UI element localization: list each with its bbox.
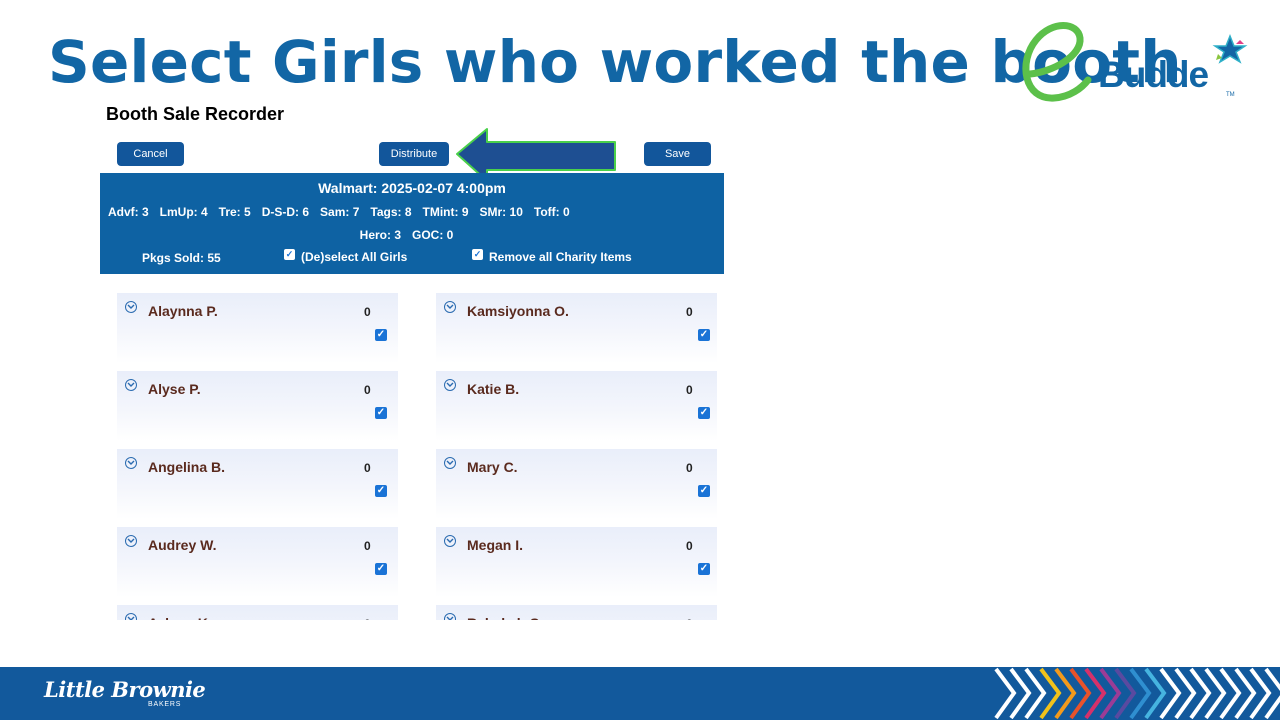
logo-budde-text: Budde xyxy=(1098,54,1209,95)
remove-charity-checkbox[interactable]: ✓ xyxy=(472,248,483,260)
girl-worked-checkbox[interactable]: ✓ xyxy=(375,563,387,575)
girl-card: Alaynna P. 0 ✓ xyxy=(117,293,398,363)
cookie-count: LmUp: 4 xyxy=(159,205,208,219)
girl-name: Azlynn K. xyxy=(148,615,212,620)
chevron-stripe xyxy=(994,667,1017,720)
girl-name: Alaynna P. xyxy=(148,303,218,319)
cookie-count: Tre: 5 xyxy=(218,205,251,219)
girl-name: Megan I. xyxy=(467,537,524,553)
girl-worked-checkbox[interactable]: ✓ xyxy=(375,329,387,341)
expand-chevron-icon[interactable] xyxy=(444,457,456,469)
expand-chevron-icon[interactable] xyxy=(125,535,137,547)
girl-package-count: 0 xyxy=(686,617,693,620)
cookie-count: TMint: 9 xyxy=(422,205,469,219)
save-button[interactable]: Save xyxy=(644,142,711,166)
expand-chevron-icon[interactable] xyxy=(125,301,137,313)
girl-worked-checkbox[interactable]: ✓ xyxy=(698,563,710,575)
girl-card: Megan I. 0 ✓ xyxy=(436,527,717,597)
expand-chevron-icon[interactable] xyxy=(444,535,456,547)
girl-card: Alyse P. 0 ✓ xyxy=(117,371,398,441)
girl-package-count: 0 xyxy=(364,617,371,620)
girl-name: Rebekah C. xyxy=(467,615,543,620)
app-title: Booth Sale Recorder xyxy=(106,104,285,124)
cookie-count: Advf: 3 xyxy=(108,205,149,219)
girl-name: Mary C. xyxy=(467,459,518,475)
cookie-count: SMr: 10 xyxy=(479,205,523,219)
girl-worked-checkbox[interactable]: ✓ xyxy=(375,407,387,419)
girl-name: Audrey W. xyxy=(148,537,217,553)
girl-name: Katie B. xyxy=(467,381,520,397)
cancel-button[interactable]: Cancel xyxy=(117,142,184,166)
little-brownie-logo: Little Brownie xyxy=(44,677,206,702)
girl-package-count: 0 xyxy=(686,383,693,397)
booth-info-panel: Walmart: 2025-02-07 4:00pm Advf: 3 LmUp: … xyxy=(100,173,724,274)
girl-worked-checkbox[interactable]: ✓ xyxy=(375,485,387,497)
expand-chevron-icon[interactable] xyxy=(125,613,137,620)
cookie-count: Tags: 8 xyxy=(370,205,412,219)
girl-card: Audrey W. 0 ✓ xyxy=(117,527,398,597)
footer-bar: Little Brownie BAKERS xyxy=(0,667,1280,720)
girl-package-count: 0 xyxy=(686,539,693,553)
cookie-count: Hero: 3 xyxy=(359,228,401,242)
girl-card: Mary C. 0 ✓ xyxy=(436,449,717,519)
girl-card: Rebekah C.0✓ xyxy=(436,605,717,620)
logo-tm: TM xyxy=(1226,92,1235,98)
girl-worked-checkbox[interactable]: ✓ xyxy=(698,407,710,419)
cookie-counts-row-2: Hero: 3 GOC: 0 xyxy=(100,228,724,242)
remove-charity-label: Remove all Charity Items xyxy=(489,250,632,264)
expand-chevron-icon[interactable] xyxy=(125,379,137,391)
pkgs-sold: Pkgs Sold: 55 xyxy=(142,251,221,265)
expand-chevron-icon[interactable] xyxy=(444,613,456,620)
ebudde-logo: Budde TM xyxy=(1012,14,1268,110)
cookie-counts-row: Advf: 3 LmUp: 4 Tre: 5 D-S-D: 6 Sam: 7 Tags: … xyxy=(108,205,581,219)
girl-card: Azlynn K.0✓ xyxy=(117,605,398,620)
girl-package-count: 0 xyxy=(364,539,371,553)
cookie-count: Toff: 0 xyxy=(533,205,570,219)
girl-card: Kamsiyonna O. 0 ✓ xyxy=(436,293,717,363)
cookie-count: GOC: 0 xyxy=(412,228,454,242)
deselect-all-checkbox[interactable]: ✓ xyxy=(284,248,295,260)
girl-worked-checkbox[interactable]: ✓ xyxy=(698,329,710,341)
expand-chevron-icon[interactable] xyxy=(444,301,456,313)
girl-name: Angelina B. xyxy=(148,459,226,475)
distribute-button[interactable]: Distribute xyxy=(379,142,449,166)
girl-name: Kamsiyonna O. xyxy=(467,303,569,319)
booth-title: Walmart: 2025-02-07 4:00pm xyxy=(318,180,506,196)
girl-package-count: 0 xyxy=(364,305,371,319)
little-brownie-sub: BAKERS xyxy=(148,701,182,708)
cookie-count: D-S-D: 6 xyxy=(261,205,310,219)
girl-card: Angelina B. 0 ✓ xyxy=(117,449,398,519)
girl-package-count: 0 xyxy=(686,305,693,319)
cookie-count: Sam: 7 xyxy=(320,205,360,219)
girls-list: Alaynna P. 0 ✓ Kamsiyonna O. 0 ✓ Alyse P. 0 ✓ Kat… xyxy=(0,285,1280,620)
girl-name: Alyse P. xyxy=(148,381,201,397)
chevron-stripes-icon xyxy=(994,667,1280,720)
expand-chevron-icon[interactable] xyxy=(125,457,137,469)
remove-charity-toggle[interactable]: ✓ Remove all Charity Items xyxy=(472,248,632,264)
girl-package-count: 0 xyxy=(364,461,371,475)
deselect-all-girls-toggle[interactable]: ✓ (De)select All Girls xyxy=(284,248,408,264)
deselect-all-label: (De)select All Girls xyxy=(301,250,408,264)
girl-card: Katie B. 0 ✓ xyxy=(436,371,717,441)
girl-package-count: 0 xyxy=(364,383,371,397)
girl-package-count: 0 xyxy=(686,461,693,475)
girl-worked-checkbox[interactable]: ✓ xyxy=(698,485,710,497)
expand-chevron-icon[interactable] xyxy=(444,379,456,391)
